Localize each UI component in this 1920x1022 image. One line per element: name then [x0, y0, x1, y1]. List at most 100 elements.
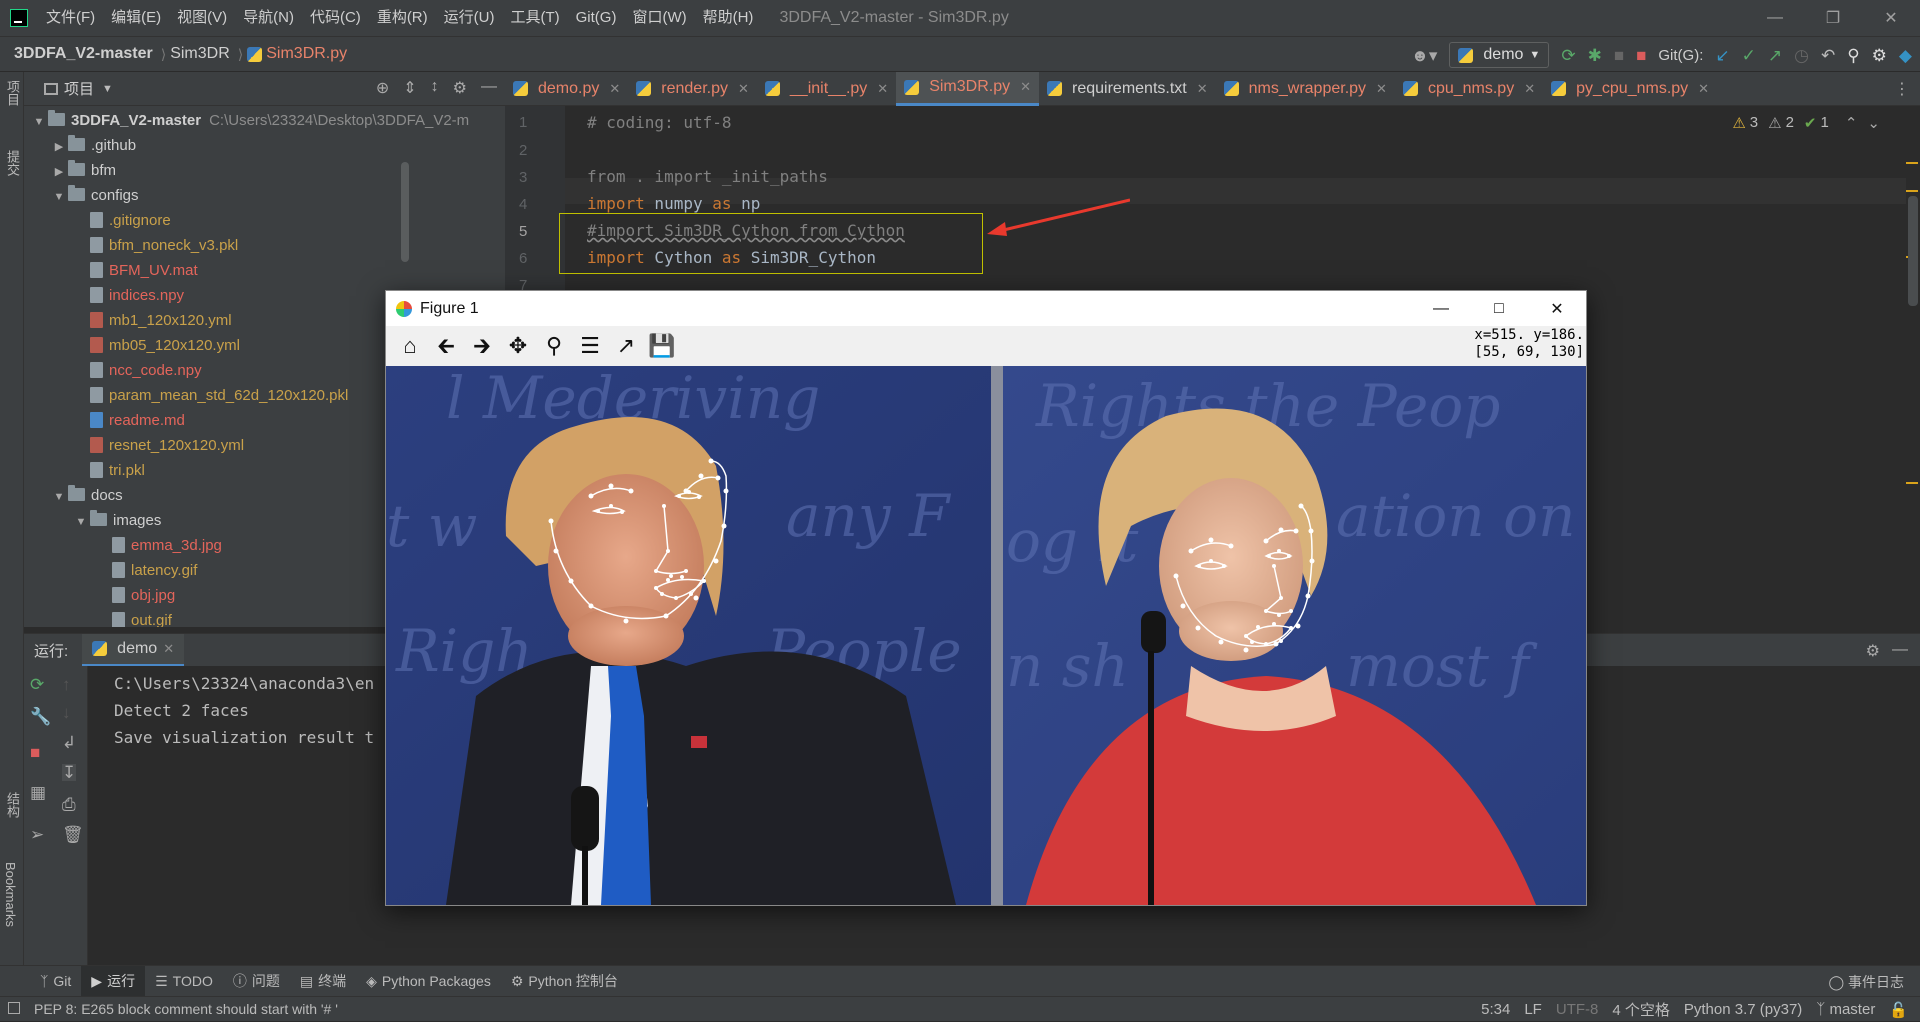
coverage-icon[interactable]: ■	[1614, 47, 1624, 64]
locate-icon[interactable]: ⊕	[376, 78, 389, 98]
inspection-widget[interactable]: ⚠ 3 ⚠ 2 ✔ 1 ⌃ ⌄	[1732, 114, 1880, 132]
back-icon[interactable]: 🡰	[428, 326, 464, 366]
zoom-icon[interactable]: ⚲	[536, 326, 572, 366]
project-panel-title[interactable]: 项目	[64, 78, 94, 99]
close-icon[interactable]: ✕	[1862, 0, 1920, 36]
arrow-up-icon[interactable]: ↑	[62, 676, 71, 693]
python-interpreter[interactable]: Python 3.7 (py37)	[1684, 1001, 1802, 1018]
editor-tab[interactable]: nms_wrapper.py ✕	[1216, 72, 1395, 106]
print-icon[interactable]: ⎙	[62, 796, 76, 813]
hide-icon[interactable]: —	[481, 78, 497, 98]
scroll-to-end-icon[interactable]: ↧	[62, 764, 77, 781]
settings-icon[interactable]: ⚙	[1872, 47, 1887, 64]
breadcrumb-project[interactable]: 3DDFA_V2-master	[0, 45, 153, 63]
structure-tool-tab[interactable]: 结构	[3, 792, 22, 818]
close-icon[interactable]: ✕	[1698, 81, 1709, 97]
project-tool-tab[interactable]: 项目	[3, 80, 22, 106]
user-icon[interactable]: ☻▾	[1411, 47, 1437, 64]
bottom-tool-git[interactable]: ᛉ Git	[30, 973, 81, 989]
layout-icon[interactable]: ▦	[30, 784, 46, 801]
wrench-icon[interactable]: 🔧	[30, 708, 51, 725]
editor-tab[interactable]: render.py ✕	[628, 72, 757, 106]
hide-icon[interactable]: —	[1892, 641, 1908, 659]
save-icon[interactable]: 💾	[644, 326, 680, 366]
git-commit-icon[interactable]: ✓	[1742, 47, 1756, 64]
maximize-icon[interactable]: □	[1470, 291, 1528, 326]
editor-scrollbar[interactable]	[1906, 106, 1920, 633]
restore-icon[interactable]: ❐	[1804, 0, 1862, 36]
arrow-down-icon[interactable]: ↓	[62, 704, 71, 721]
close-icon[interactable]: ✕	[738, 81, 749, 97]
menu-view[interactable]: 视图(V)	[169, 0, 235, 36]
bookmarks-tool-tab[interactable]: Bookmarks	[3, 862, 18, 927]
git-update-icon[interactable]: ↙	[1715, 47, 1729, 64]
rollback-icon[interactable]: ↶	[1821, 47, 1835, 64]
rerun-icon[interactable]: ⟳	[1561, 47, 1575, 64]
bottom-tool-terminal[interactable]: ▤ 终端	[290, 971, 356, 991]
editor-tab[interactable]: cpu_nms.py ✕	[1395, 72, 1543, 106]
run-config-select[interactable]: demo ▼	[1449, 42, 1550, 68]
line-separator[interactable]: LF	[1524, 1001, 1542, 1018]
expand-all-icon[interactable]: ⇕	[403, 78, 416, 98]
caret-position[interactable]: 5:34	[1481, 1001, 1510, 1018]
tree-folder[interactable]: ▶ .github	[24, 133, 505, 158]
menu-help[interactable]: 帮助(H)	[695, 0, 762, 36]
menu-refactor[interactable]: 重构(R)	[369, 0, 436, 36]
figure-image-axes[interactable]: l Mederiving t w any F Righ People Right…	[386, 366, 1586, 905]
editor-tab[interactable]: Sim3DR.py ✕	[896, 71, 1040, 106]
more-tabs-icon[interactable]: ⋮	[1894, 79, 1910, 99]
chevron-down-icon[interactable]: ▼	[50, 185, 68, 210]
commit-tool-tab[interactable]: 提交	[3, 150, 22, 176]
menu-git[interactable]: Git(G)	[568, 0, 625, 36]
menu-file[interactable]: 文件(F)	[38, 0, 103, 36]
chevron-down-icon[interactable]: ▼	[50, 485, 68, 510]
file-encoding[interactable]: UTF-8	[1556, 1001, 1599, 1018]
menu-navigate[interactable]: 导航(N)	[235, 0, 302, 36]
trash-icon[interactable]: 🗑	[62, 826, 84, 843]
lock-icon[interactable]: 🔓	[1889, 1001, 1908, 1019]
tree-file[interactable]: bfm_noneck_v3.pkl	[24, 233, 505, 258]
close-icon[interactable]: ✕	[1197, 81, 1208, 97]
git-push-icon[interactable]: ↗	[1768, 47, 1782, 64]
chevron-down-icon[interactable]: ⌄	[1867, 114, 1880, 132]
debug-icon[interactable]: ✱	[1588, 47, 1602, 64]
close-icon[interactable]: ✕	[1524, 81, 1535, 97]
search-icon[interactable]: ⚲	[1847, 47, 1859, 64]
collapse-all-icon[interactable]: ↕	[431, 78, 439, 98]
close-icon[interactable]: ✕	[609, 81, 620, 97]
project-scrollbar[interactable]	[401, 162, 409, 262]
console-output[interactable]: C:\Users\23324\anaconda3\en Detect 2 fac…	[114, 670, 374, 751]
gear-icon[interactable]: ⚙	[1866, 641, 1880, 661]
editor-tab[interactable]: requirements.txt ✕	[1039, 72, 1216, 106]
home-icon[interactable]: ⌂	[392, 326, 428, 366]
bottom-tool-problems[interactable]: ⓘ 问题	[223, 971, 290, 991]
forward-icon[interactable]: 🡲	[464, 326, 500, 366]
editor-tab[interactable]: py_cpu_nms.py ✕	[1543, 72, 1717, 106]
stop-icon[interactable]: ■	[1636, 47, 1646, 64]
breadcrumb-folder[interactable]: Sim3DR	[170, 45, 230, 63]
chevron-right-icon[interactable]: ▶	[50, 160, 68, 185]
toggle-tool-windows-icon[interactable]	[8, 1002, 20, 1014]
event-log-button[interactable]: ◯ 事件日志	[1828, 972, 1904, 992]
rerun-icon[interactable]: ⟳	[30, 676, 44, 693]
bottom-tool-run[interactable]: ▶ 运行	[81, 965, 146, 997]
customize-icon[interactable]: ↗	[608, 326, 644, 366]
tree-file[interactable]: .gitignore	[24, 208, 505, 233]
git-branch[interactable]: ᛉ master	[1816, 1001, 1875, 1018]
editor-tab[interactable]: __init__.py ✕	[757, 72, 896, 106]
toolbox-icon[interactable]: ◆	[1899, 47, 1912, 64]
breadcrumb-file[interactable]: Sim3DR.py	[266, 45, 347, 63]
menu-tools[interactable]: 工具(T)	[502, 0, 567, 36]
chevron-down-icon[interactable]: ▼	[30, 110, 48, 135]
chevron-up-icon[interactable]: ⌃	[1845, 114, 1858, 132]
run-tab-demo[interactable]: demo ✕	[82, 633, 185, 667]
tree-root[interactable]: ▼ 3DDFA_V2-master C:\Users\23324\Desktop\3…	[24, 108, 505, 133]
close-icon[interactable]: ✕	[1020, 79, 1031, 95]
pan-icon[interactable]: ✥	[500, 326, 536, 366]
bottom-tool-packages[interactable]: ◈ Python Packages	[356, 973, 501, 990]
subplots-icon[interactable]: ☰	[572, 326, 608, 366]
bottom-tool-todo[interactable]: ☰ TODO	[145, 973, 223, 990]
soft-wrap-icon[interactable]: ↲	[62, 734, 76, 751]
minimize-icon[interactable]: —	[1746, 0, 1804, 36]
bottom-tool-python-console[interactable]: ⚙ Python 控制台	[501, 971, 628, 991]
